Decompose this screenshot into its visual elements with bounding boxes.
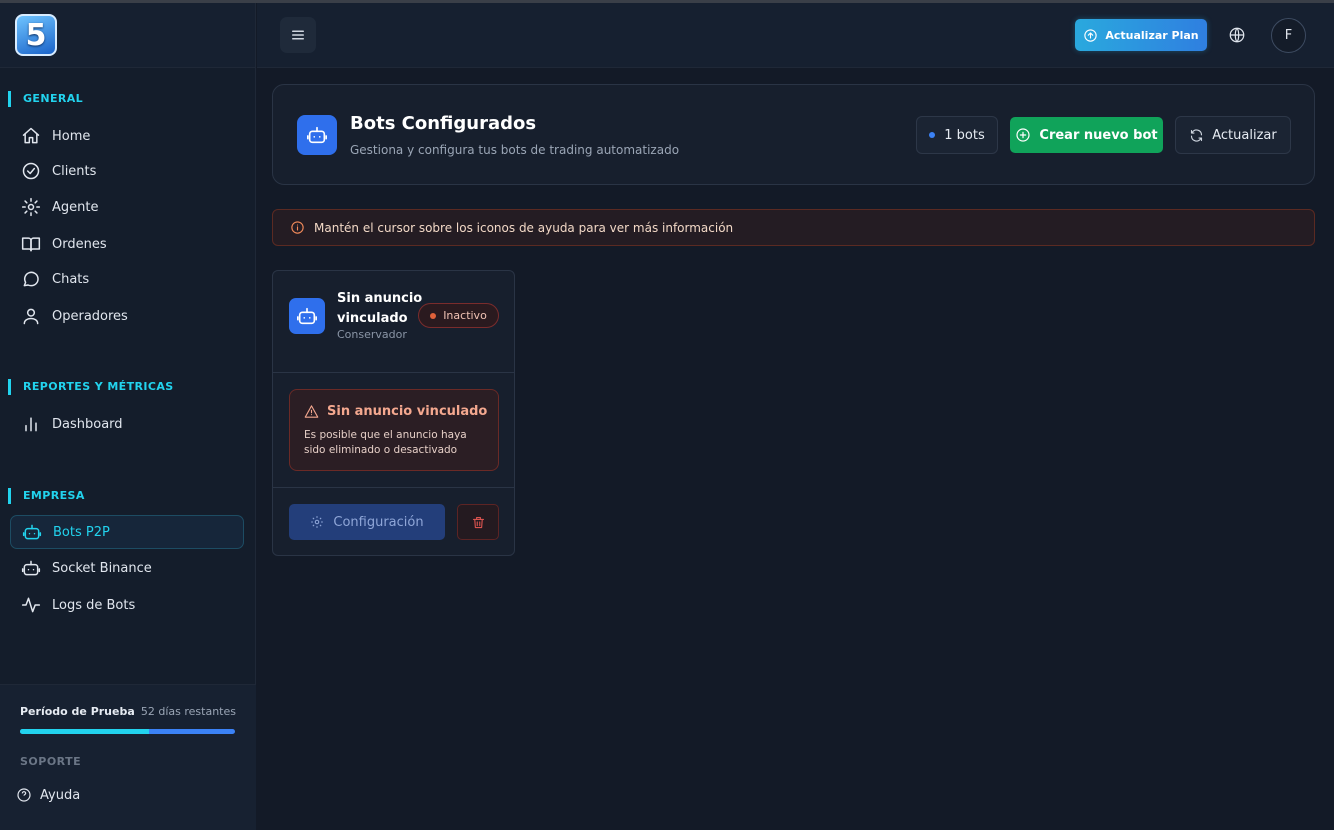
help-label: Ayuda [40, 787, 81, 803]
sidebar-item-label: Socket Binance [52, 560, 152, 576]
trial-panel: Período de Prueba 52 días restantes SOPO… [0, 684, 256, 830]
configuration-button[interactable]: Configuración [289, 504, 445, 540]
globe-icon [1229, 27, 1245, 43]
app-logo[interactable]: 5 [15, 14, 57, 56]
info-banner-text: Mantén el cursor sobre los iconos de ayu… [314, 220, 734, 235]
sidebar-item-chats[interactable]: Chats [10, 262, 244, 296]
delete-bot-button[interactable] [457, 504, 499, 540]
refresh-icon [1191, 128, 1203, 142]
page-subtitle: Gestiona y configura tus bots de trading… [350, 143, 680, 157]
sidebar-item-label: Bots P2P [53, 524, 110, 540]
status-dot [929, 132, 936, 138]
sidebar-item-clients[interactable]: Clients [10, 154, 244, 188]
warning-text: Es posible que el anuncio haya sido elim… [304, 429, 467, 456]
arrow-up-circle-icon [1084, 28, 1098, 42]
status-dot [430, 312, 437, 319]
activity-icon [20, 594, 42, 616]
bot-icon [289, 298, 325, 334]
upgrade-plan-button[interactable]: Actualizar Plan [1075, 19, 1207, 51]
warning-title: Sin anuncio vinculado [327, 404, 488, 419]
bot-name: Sin anuncio vinculado [337, 291, 423, 326]
warning-triangle-icon [304, 405, 319, 418]
sidebar-item-label: Dashboard [52, 416, 123, 432]
sidebar-item-label: Chats [52, 271, 90, 287]
user-avatar[interactable]: F [1271, 18, 1306, 53]
sidebar-item-dashboard[interactable]: Dashboard [10, 407, 244, 441]
sidebar-item-label: Home [52, 128, 91, 144]
trash-icon [472, 516, 484, 528]
refresh-label: Actualizar [1212, 127, 1277, 143]
trial-label: Período de Prueba [20, 705, 135, 718]
sidebar-item-agente[interactable]: Agente [10, 190, 244, 224]
bot-icon [20, 557, 42, 579]
gear-icon [20, 196, 42, 218]
bots-header-card: Bots Configurados Gestiona y configura t… [272, 84, 1315, 185]
page-title: Bots Configurados [350, 113, 537, 134]
sidebar-item-bots-p2p[interactable]: Bots P2P [10, 515, 244, 549]
configuration-label: Configuración [333, 514, 424, 530]
logo-area: 5 [0, 0, 255, 68]
help-link[interactable]: Ayuda [16, 787, 80, 803]
sidebar-item-socket-binance[interactable]: Socket Binance [10, 551, 244, 585]
home-icon [20, 125, 42, 147]
window-top-border [0, 0, 1334, 3]
bot-card: Sin anuncio vinculado Conservador Inacti… [272, 270, 515, 556]
sidebar-item-logs-de-bots[interactable]: Logs de Bots [10, 588, 244, 622]
language-button[interactable] [1228, 26, 1246, 44]
create-bot-button[interactable]: Crear nuevo bot [1010, 117, 1163, 153]
sidebar-item-label: Agente [52, 199, 99, 215]
hamburger-menu-icon [292, 30, 304, 40]
plus-circle-icon [1016, 128, 1031, 142]
sidebar: 5 GENERAL Home Clients Agente Ordenes Ch… [0, 0, 256, 830]
bot-icon [21, 521, 43, 543]
bot-count-label: 1 bots [944, 127, 985, 143]
bar-chart-icon [20, 413, 42, 435]
menu-toggle-button[interactable] [280, 17, 316, 53]
book-open-icon [20, 233, 42, 255]
trial-progress-fill [20, 729, 149, 734]
sidebar-item-label: Operadores [52, 308, 128, 324]
help-info-banner: Mantén el cursor sobre los iconos de ayu… [272, 209, 1315, 246]
status-badge: Inactivo [418, 303, 499, 328]
bot-card-header: Sin anuncio vinculado Conservador Inacti… [273, 271, 514, 373]
bot-card-body: Sin anuncio vinculado Es posible que el … [273, 373, 514, 488]
refresh-button[interactable]: Actualizar [1175, 116, 1291, 154]
sidebar-item-label: Logs de Bots [52, 597, 136, 613]
status-label: Inactivo [443, 309, 487, 322]
help-circle-icon [17, 788, 31, 802]
create-bot-label: Crear nuevo bot [1039, 127, 1158, 143]
trial-days-remaining: 52 días restantes [140, 705, 236, 718]
sidebar-item-home[interactable]: Home [10, 119, 244, 153]
topbar: Actualizar Plan F [257, 3, 1334, 68]
warning-title-row: Sin anuncio vinculado [304, 404, 487, 419]
info-icon [291, 221, 304, 234]
chat-bubble-icon [20, 268, 42, 290]
section-title-empresa: EMPRESA [8, 488, 85, 504]
sidebar-item-ordenes[interactable]: Ordenes [10, 227, 244, 261]
warning-alert: Sin anuncio vinculado Es posible que el … [289, 389, 499, 471]
bot-icon [297, 115, 337, 155]
section-title-general: GENERAL [8, 91, 83, 107]
bot-strategy: Conservador [337, 328, 407, 341]
sidebar-item-operadores[interactable]: Operadores [10, 299, 244, 333]
upgrade-plan-label: Actualizar Plan [1105, 28, 1199, 42]
check-circle-icon [20, 160, 42, 182]
section-title-reportes: REPORTES Y MÉTRICAS [8, 379, 174, 395]
bot-count-badge: 1 bots [916, 116, 998, 154]
gear-icon [311, 516, 324, 528]
sidebar-item-label: Clients [52, 163, 97, 179]
user-icon [20, 305, 42, 327]
trial-progress-bar [20, 729, 235, 734]
support-section-title: SOPORTE [20, 755, 82, 768]
sidebar-item-label: Ordenes [52, 236, 107, 252]
